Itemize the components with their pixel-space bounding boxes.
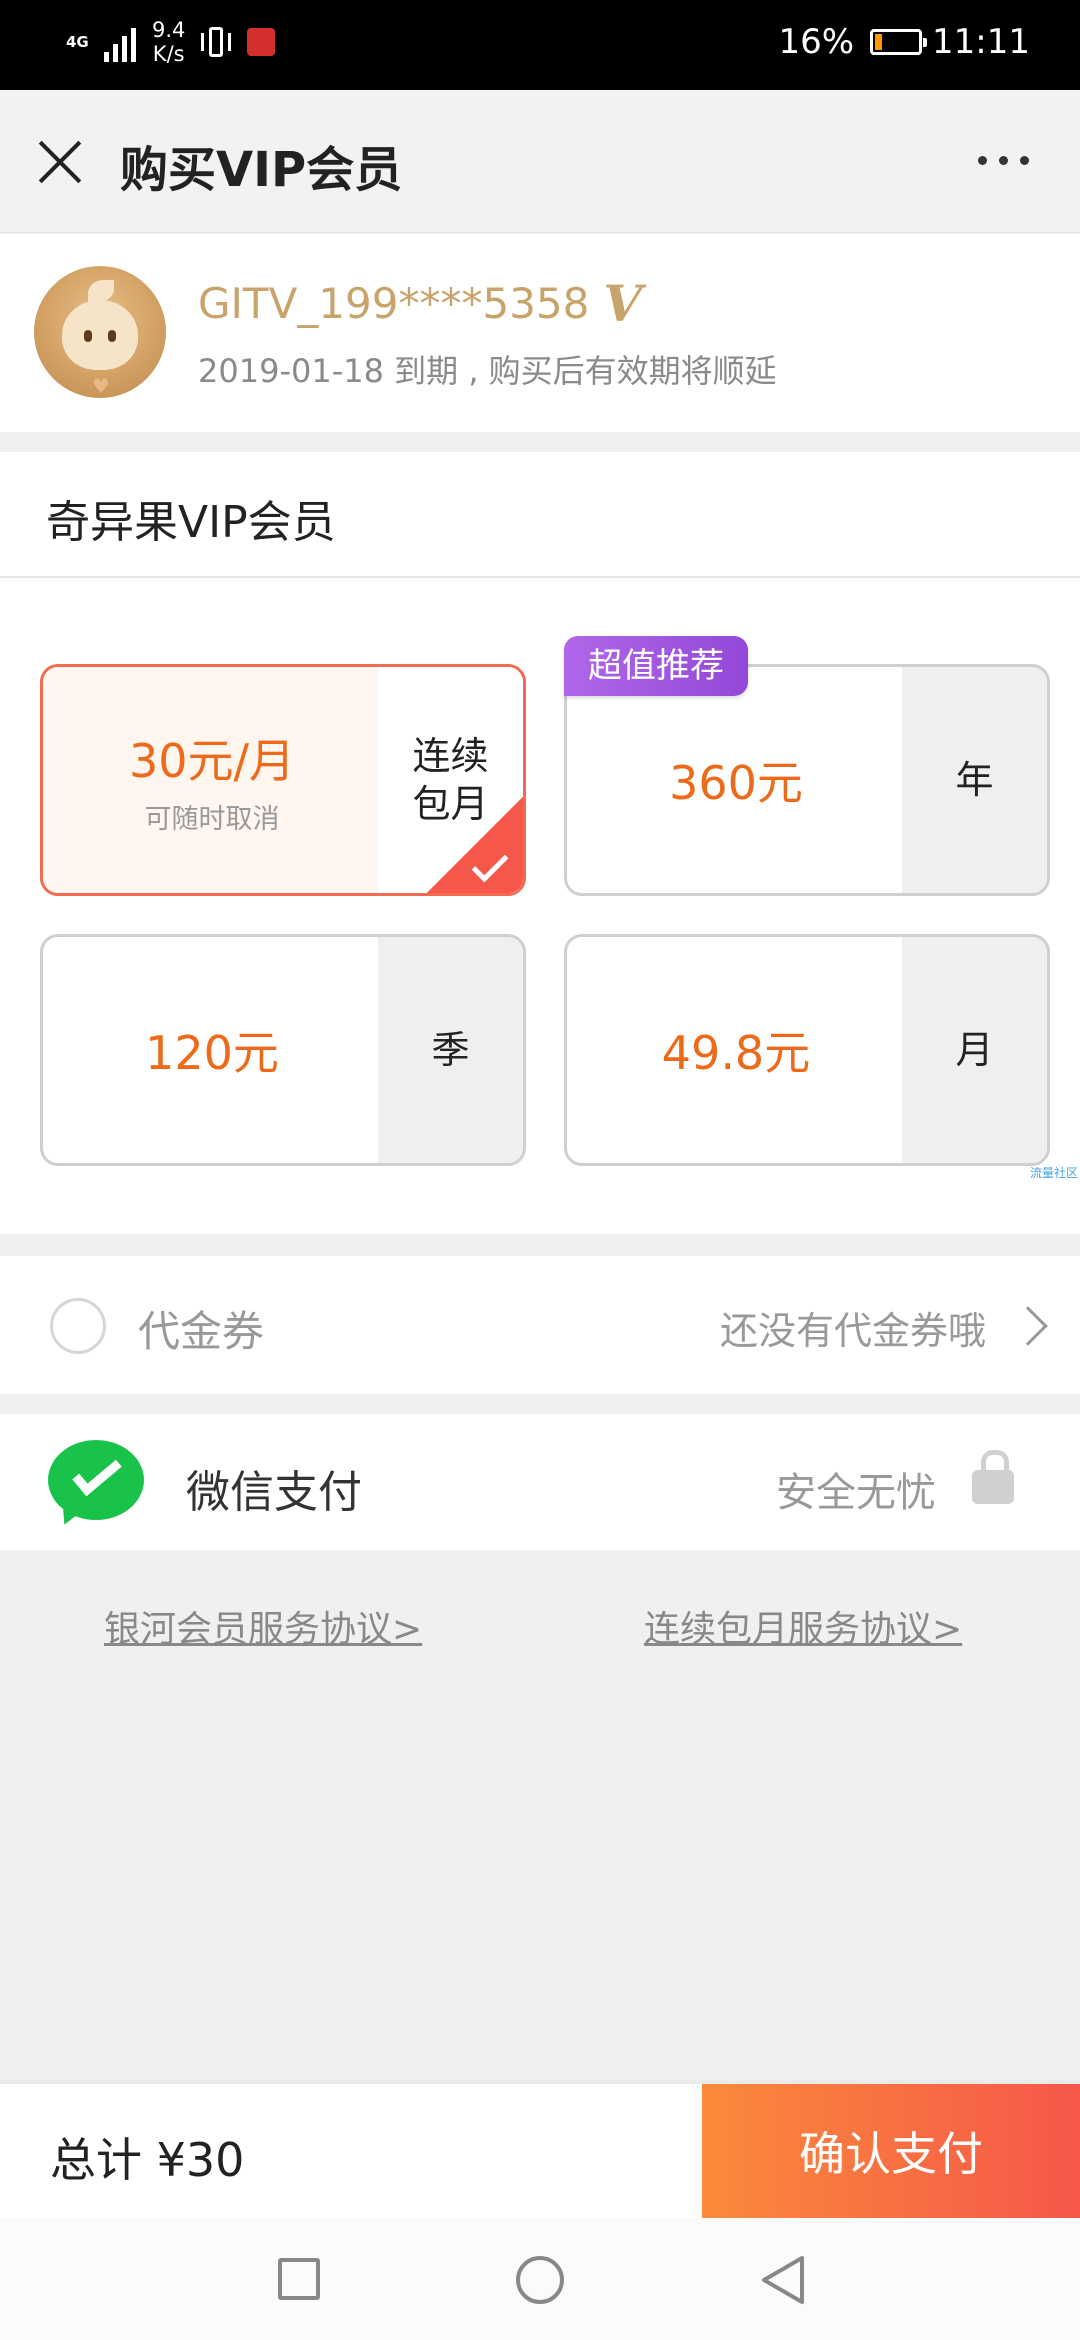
plan-price: 120元	[145, 1026, 279, 1080]
coupon-row[interactable]: 代金券 还没有代金券哦	[0, 1256, 1080, 1394]
plan-note: 可随时取消	[144, 803, 280, 835]
plan-main: 30元/月 可随时取消	[43, 667, 381, 893]
plan-price: 49.8元	[661, 1026, 811, 1080]
coupon-status: 还没有代金券哦	[719, 1309, 986, 1353]
home-icon[interactable]	[516, 2256, 564, 2304]
confirm-pay-button[interactable]: 确认支付	[702, 2084, 1080, 2218]
coupon-radio[interactable]	[50, 1298, 106, 1354]
vip-v-icon: V	[603, 274, 643, 333]
payment-safe-text: 安全无忧	[776, 1470, 936, 1516]
watermark: 流量社区	[1029, 1166, 1078, 1180]
payment-method-row[interactable]: 微信支付 安全无忧	[0, 1414, 1080, 1550]
recents-icon[interactable]	[278, 2258, 320, 2300]
plan-yearly[interactable]: 360元 年	[564, 664, 1050, 896]
plan-monthly[interactable]: 49.8元 月	[564, 934, 1050, 1166]
plan-period: 季	[378, 937, 523, 1163]
galaxy-agreement-link[interactable]: 银河会员服务协议>	[104, 1600, 422, 1652]
plan-monthly-auto[interactable]: 30元/月 可随时取消 连续 包月	[40, 664, 526, 896]
lock-icon	[972, 1450, 1014, 1504]
wechat-pay-icon	[48, 1440, 144, 1530]
chevron-right-icon	[1008, 1306, 1048, 1346]
plan-main: 360元	[567, 667, 905, 893]
plan-period: 月	[902, 937, 1047, 1163]
navigation-bar	[0, 2218, 1080, 2340]
network-speed: 9.4 K/s	[152, 18, 185, 66]
battery-icon	[870, 29, 928, 55]
plan-period-line1: 连续	[412, 734, 489, 778]
plan-period: 年	[902, 667, 1047, 893]
expire-date: 2019-01-18 到期 , 购买后有效期将顺延	[198, 352, 777, 390]
battery-fill	[875, 34, 883, 50]
signal-icon	[104, 22, 136, 62]
page-title: 购买VIP会员	[120, 142, 403, 198]
username: GITV_199****5358	[198, 279, 590, 328]
section-title: 奇异果VIP会员	[46, 497, 336, 548]
plan-quarterly[interactable]: 120元 季	[40, 934, 526, 1166]
more-icon[interactable]	[978, 150, 1038, 170]
status-bar: 4G 9.4 K/s 16% 11:11	[0, 0, 1080, 90]
network-speed-unit: K/s	[152, 42, 185, 66]
back-icon[interactable]	[758, 2254, 808, 2306]
monthly-agreement-link[interactable]: 连续包月服务协议>	[644, 1600, 962, 1652]
network-type: 4G	[66, 33, 89, 51]
close-icon[interactable]	[36, 138, 84, 186]
coupon-label: 代金券	[138, 1307, 265, 1356]
plan-main: 120元	[43, 937, 381, 1163]
payment-label: 微信支付	[186, 1467, 362, 1518]
user-card: ♥ GITV_199****5358 V 2019-01-18 到期 , 购买后…	[0, 234, 1080, 432]
title-bar: 购买VIP会员	[0, 90, 1080, 233]
avatar: ♥	[34, 266, 166, 398]
plan-main: 49.8元	[567, 937, 905, 1163]
divider	[0, 576, 1080, 578]
network-speed-value: 9.4	[152, 18, 186, 42]
status-left: 4G 9.4 K/s	[66, 18, 276, 66]
vibrate-icon	[201, 23, 232, 61]
recommend-badge: 超值推荐	[564, 636, 748, 696]
pay-bar: 总计 ¥30 确认支付	[0, 2084, 1080, 2218]
username-row: GITV_199****5358 V	[198, 274, 642, 333]
plan-price: 360元	[669, 756, 803, 810]
plan-price: 30元/月	[128, 733, 296, 788]
selected-corner	[427, 797, 523, 893]
clock: 11:11	[932, 22, 1030, 62]
total-amount: 总计 ¥30	[50, 2133, 245, 2187]
battery-percent: 16%	[778, 22, 855, 62]
huawei-icon	[247, 28, 276, 56]
status-right: 16% 11:11	[778, 22, 1030, 62]
